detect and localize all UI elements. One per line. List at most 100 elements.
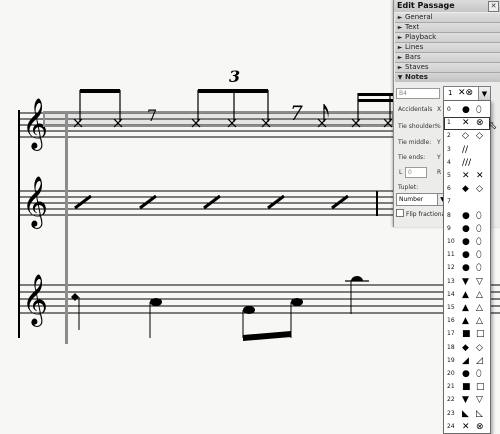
notehead-glyph-icon: ✕ [462, 118, 470, 129]
notehead-option[interactable]: 21 ■ □ [444, 381, 490, 394]
notehead-glyph-icon: △ [476, 316, 483, 327]
notehead-glyph-icon: ∕∕ [462, 144, 469, 155]
notehead-option[interactable]: 9 ● ⬯ [444, 223, 490, 236]
notehead-glyph-icon: ● [462, 223, 470, 234]
tie-ends-label: Tie ends: [398, 154, 426, 161]
notehead-option[interactable]: 12 ● ⬯ [444, 262, 490, 275]
option-number: 20 [447, 370, 455, 377]
notehead-option[interactable]: 2 ◇ ◇ [444, 130, 490, 143]
notehead-option[interactable]: 6 ◆ ◇ [444, 183, 490, 196]
option-number: 17 [447, 330, 455, 338]
expand-arrow-icon: ► [397, 54, 403, 61]
notehead-glyph-icon: ▲ [462, 303, 469, 313]
expand-arrow-icon: ► [397, 14, 403, 21]
tie-middle-label: Tie middle: [398, 139, 432, 146]
beam-2 [198, 89, 268, 93]
notehead-option[interactable]: 0 ● ⬯ [444, 104, 490, 117]
expand-arrow-icon: ► [397, 64, 403, 71]
notehead-option[interactable]: 23 ◣ ◺ [444, 408, 490, 421]
notehead-option[interactable]: 8 ● ⬯ [444, 210, 490, 223]
option-number: 5 [447, 172, 451, 179]
notehead-option[interactable]: 10 ● ⬯ [444, 236, 490, 249]
notehead-option[interactable]: 3 ∕∕ [444, 144, 490, 157]
expand-arrow-icon: ► [397, 34, 403, 41]
combo-value: 1 [448, 89, 453, 97]
section-general[interactable]: ► General [395, 13, 500, 23]
notehead-glyph-icon: ◺ [476, 408, 483, 419]
notehead-glyph-icon: ■ [462, 382, 471, 393]
notehead-glyph-icon: ⬯ [476, 237, 482, 247]
notehead-option[interactable]: 16 ▲ △ [444, 315, 490, 328]
notehead-glyph-icon: ⬯ [476, 223, 482, 234]
option-number: 22 [447, 396, 455, 404]
option-number: 3 [447, 145, 451, 153]
r-label: R [437, 169, 442, 176]
notehead-option[interactable]: 14 ▲ △ [444, 289, 490, 302]
system-start-barline [18, 110, 20, 338]
notehead-glyph-icon: ∕∕∕ [462, 157, 472, 168]
notehead-glyph-icon: ● [462, 210, 470, 221]
tie-middle-y: Y [437, 139, 441, 146]
option-number: 11 [447, 251, 455, 259]
tie-ends-y: Y [437, 154, 441, 161]
notehead-option[interactable]: 4 ∕∕∕ [444, 157, 490, 170]
notehead-option[interactable]: 7 [444, 196, 490, 209]
tuplet-select[interactable]: Number▼ [396, 193, 448, 206]
notehead-glyph-icon: ▲ [462, 289, 469, 300]
notehead-glyph-icon: ◆ [462, 342, 469, 353]
notehead-glyph-icon: ◇ [476, 342, 483, 353]
treble-clef-3: 𝄞 [22, 274, 48, 327]
section-staves[interactable]: ► Staves [395, 63, 500, 73]
section-bars[interactable]: ► Bars [395, 53, 500, 63]
option-number: 15 [447, 304, 455, 311]
passage-selection[interactable] [43, 111, 394, 127]
notehead-option[interactable]: 11 ● ⬯ [444, 249, 490, 262]
accidentals-x-label: X [437, 106, 442, 113]
notehead-option[interactable]: 13 ▼ ▽ [444, 276, 490, 289]
option-number: 0 [447, 106, 451, 113]
eighth-rest-2: 7 [290, 101, 303, 125]
accidentals-label: Accidentals [398, 106, 433, 113]
checkbox-box[interactable] [396, 209, 404, 217]
option-number: 19 [447, 356, 455, 364]
notehead-option[interactable]: 22 ▼ ▽ [444, 394, 490, 407]
staff-3-notes[interactable] [71, 276, 369, 341]
treble-clef-2: 𝄞 [22, 176, 48, 229]
notehead-glyph-icon: ⬯ [476, 263, 482, 274]
chevron-down-icon[interactable]: ▼ [478, 87, 490, 101]
notehead-glyph-icon: ● [462, 237, 470, 247]
option-number: 7 [447, 198, 451, 206]
staff-2-slashes[interactable] [74, 194, 349, 210]
notehead-glyph-icon: ⬯ [476, 369, 482, 379]
notehead-option[interactable]: 18 ◆ ◇ [444, 342, 490, 355]
notehead-option[interactable]: 17 ■ □ [444, 328, 490, 341]
notehead-glyph-icon: ⊗ [476, 118, 484, 129]
notehead-glyph-icon: ◆ [462, 184, 469, 195]
notehead-dropdown-list[interactable]: 0 ● ⬯ 1 ✕ ⊗ 2 ◇ ◇ 3 ∕∕ 4 ∕∕∕ 5 ✕ ✕ 6 ◆ ◇ 7 8 ● ⬯ 9 ● ⬯ 10 ● ⬯ 11 ● ⬯ 12 ●… [443, 100, 491, 434]
option-number: 8 [447, 211, 451, 219]
section-text[interactable]: ► Text [395, 23, 500, 33]
notehead-glyph-icon: △ [476, 303, 483, 313]
notehead-option[interactable]: 20 ● ⬯ [444, 368, 490, 381]
pitch-field[interactable]: B4 [396, 88, 440, 99]
expand-arrow-icon: ► [397, 24, 403, 31]
option-number: 14 [447, 290, 455, 298]
option-number: 10 [447, 238, 455, 245]
section-lines[interactable]: ► Lines [395, 43, 500, 53]
l-value-field[interactable]: 0 [405, 167, 427, 178]
option-number: 13 [447, 277, 455, 285]
close-icon[interactable]: ✕ [488, 1, 499, 12]
notehead-glyph-icon: ● [462, 369, 470, 379]
notehead-glyph-icon: ● [462, 263, 470, 274]
beam-1 [80, 89, 120, 93]
notehead-glyph-icon: ✕ [476, 171, 484, 181]
notehead-glyph-icon: ▼ [462, 276, 469, 287]
notehead-option[interactable]: 15 ▲ △ [444, 302, 490, 315]
tie-shoulder-pct: % [435, 123, 441, 130]
notehead-option[interactable]: 1 ✕ ⊗ [444, 117, 490, 131]
notehead-glyph-icon: ▼ [462, 395, 469, 406]
notehead-option[interactable]: 5 ✕ ✕ [444, 170, 490, 183]
section-playback[interactable]: ► Playback [395, 33, 500, 43]
notehead-glyph-icon: ◢ [462, 355, 469, 366]
notehead-option[interactable]: 19 ◢ ◿ [444, 355, 490, 368]
